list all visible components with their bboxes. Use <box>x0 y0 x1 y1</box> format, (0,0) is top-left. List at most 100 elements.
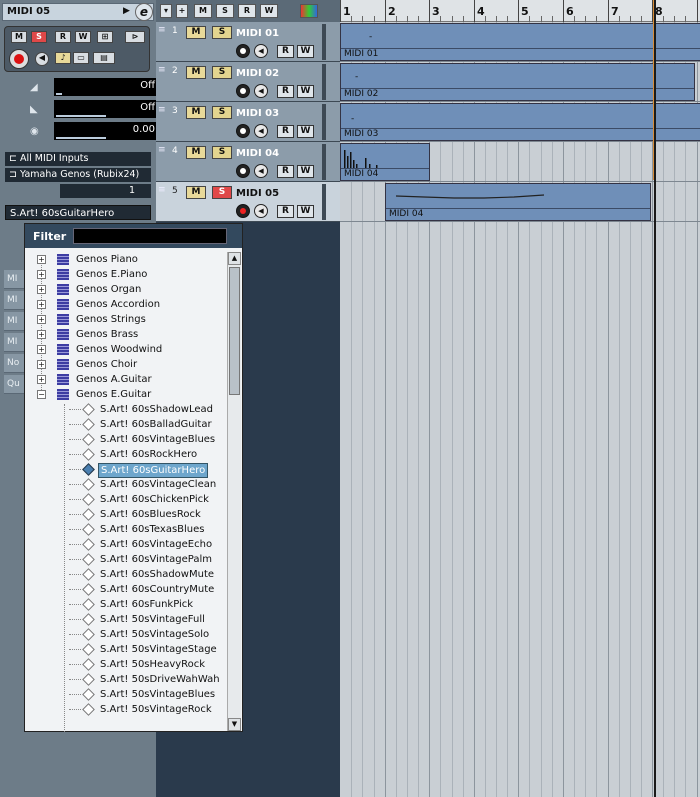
patch-item[interactable]: S.Art! 60sRockHero <box>33 447 227 462</box>
track-write-button[interactable]: W <box>297 45 314 58</box>
track-record-button[interactable] <box>236 124 250 138</box>
patch-item[interactable]: S.Art! 60sShadowMute <box>33 567 227 582</box>
track-read-button[interactable]: R <box>277 45 294 58</box>
record-enable-button[interactable] <box>9 49 29 69</box>
toolbar-read-button[interactable]: R <box>238 4 256 18</box>
patch-item[interactable]: S.Art! 50sVintageStage <box>33 642 227 657</box>
timeline-ruler[interactable]: 1 2 3 4 5 6 7 8 9 <box>340 0 700 22</box>
patch-item[interactable]: S.Art! 50sVintageSolo <box>33 627 227 642</box>
track-monitor-button[interactable]: ◀ <box>254 124 268 138</box>
track-write-button[interactable]: W <box>297 205 314 218</box>
midi-output-routing[interactable]: ⊐ Yamaha Genos (Rubix24) <box>5 168 151 182</box>
inspector-tab-6[interactable]: Qu <box>4 375 24 394</box>
scroll-thumb[interactable] <box>229 267 240 395</box>
tree-category[interactable]: + Genos E.Piano <box>33 267 227 282</box>
track-name[interactable]: MIDI 04 <box>236 148 279 159</box>
midi-input-routing[interactable]: ⊏ All MIDI Inputs <box>5 152 151 166</box>
track-monitor-button[interactable]: ◀ <box>254 84 268 98</box>
midi-channel-field[interactable]: 1 <box>60 184 151 198</box>
expand-icon[interactable]: + <box>37 285 46 294</box>
mute-button[interactable]: M <box>11 31 27 43</box>
solo-button[interactable]: S <box>31 31 47 43</box>
patch-item[interactable]: S.Art! 60sVintageClean <box>33 477 227 492</box>
expand-icon[interactable]: + <box>37 300 46 309</box>
tree-category-expanded[interactable]: − Genos E.Guitar <box>33 387 227 402</box>
track-name[interactable]: MIDI 01 <box>236 28 279 39</box>
add-track-icon[interactable]: + <box>176 4 188 18</box>
patch-item[interactable]: S.Art! 60sTexasBlues <box>33 522 227 537</box>
track-read-button[interactable]: R <box>277 85 294 98</box>
filter-input[interactable] <box>73 228 227 244</box>
play-arrow-icon[interactable]: ▶ <box>123 6 130 16</box>
inspector-tab-5[interactable]: No <box>4 354 24 373</box>
track-mute-button[interactable]: M <box>186 146 206 159</box>
midi-part[interactable]: MIDI 04 <box>385 183 651 221</box>
midi-part[interactable]: - MIDI 03 <box>340 103 700 141</box>
track-write-button[interactable]: W <box>297 85 314 98</box>
toolbar-solo-button[interactable]: S <box>216 4 234 18</box>
track-mute-button[interactable]: M <box>186 66 206 79</box>
track-output-icon[interactable]: ⊳ <box>125 31 145 43</box>
expand-icon[interactable]: + <box>37 270 46 279</box>
track-solo-button[interactable]: S <box>212 186 232 199</box>
patch-item-selected[interactable]: S.Art! 60sGuitarHero <box>33 462 227 478</box>
midi-part[interactable]: - MIDI 01 <box>340 23 700 61</box>
write-button[interactable]: W <box>75 31 91 43</box>
inspector-tab-1[interactable]: MI <box>4 270 24 289</box>
patch-item[interactable]: S.Art! 60sVintagePalm <box>33 552 227 567</box>
freeze-icon[interactable]: ⊞ <box>97 31 113 43</box>
tree-category[interactable]: + Genos Brass <box>33 327 227 342</box>
track-colors-icon[interactable] <box>300 4 318 18</box>
track-record-button[interactable] <box>236 84 250 98</box>
track-name[interactable]: MIDI 05 <box>236 188 279 199</box>
patch-item[interactable]: S.Art! 60sFunkPick <box>33 597 227 612</box>
inspector-tab-2[interactable]: MI <box>4 291 24 310</box>
track-solo-button[interactable]: S <box>212 26 232 39</box>
track-mute-button[interactable]: M <box>186 26 206 39</box>
track-monitor-button[interactable]: ◀ <box>254 44 268 58</box>
track-record-button[interactable] <box>236 164 250 178</box>
edit-instrument-button[interactable]: e <box>135 3 153 21</box>
track-solo-button[interactable]: S <box>212 66 232 79</box>
inspector-header[interactable]: MIDI 05 ▶ e <box>2 3 154 21</box>
track-record-button[interactable] <box>236 204 250 218</box>
inspector-tab-4[interactable]: MI <box>4 333 24 352</box>
patch-item[interactable]: S.Art! 60sVintageBlues <box>33 432 227 447</box>
patch-item[interactable]: S.Art! 60sShadowLead <box>33 402 227 417</box>
collapse-icon[interactable]: − <box>37 390 46 399</box>
track-name[interactable]: MIDI 02 <box>236 68 279 79</box>
collapse-icon[interactable]: ▾ <box>160 4 172 18</box>
track-monitor-button[interactable]: ◀ <box>254 164 268 178</box>
lanes-icon[interactable]: ▤ <box>93 52 115 64</box>
tree-category[interactable]: + Genos Choir <box>33 357 227 372</box>
track-4[interactable]: ≡ 4 M S MIDI 04 ◀ R W <box>156 142 340 182</box>
tree-category[interactable]: + Genos Accordion <box>33 297 227 312</box>
track-5[interactable]: ≡ 5 M S MIDI 05 ◀ R W <box>156 182 340 222</box>
pan-field[interactable]: Off <box>54 100 158 118</box>
track-monitor-button[interactable]: ◀ <box>254 204 268 218</box>
arrangement-view[interactable]: 1 2 3 4 5 6 7 8 9 <box>340 0 700 797</box>
track-mute-button[interactable]: M <box>186 106 206 119</box>
track-write-button[interactable]: W <box>297 125 314 138</box>
track-solo-button[interactable]: S <box>212 106 232 119</box>
toolbar-mute-button[interactable]: M <box>194 4 212 18</box>
patch-item[interactable]: S.Art! 60sBalladGuitar <box>33 417 227 432</box>
track-read-button[interactable]: R <box>277 125 294 138</box>
track-2[interactable]: ≡ 2 M S MIDI 02 ◀ R W <box>156 62 340 102</box>
patch-selector[interactable]: S.Art! 60sGuitarHero <box>5 205 151 220</box>
volume-field[interactable]: Off <box>54 78 158 96</box>
patch-item[interactable]: S.Art! 60sVintageEcho <box>33 537 227 552</box>
track-write-button[interactable]: W <box>297 165 314 178</box>
expand-icon[interactable]: + <box>37 360 46 369</box>
expand-icon[interactable]: + <box>37 375 46 384</box>
scroll-down-icon[interactable]: ▼ <box>228 718 241 731</box>
monitor-button[interactable]: ◀ <box>35 52 49 66</box>
track-read-button[interactable]: R <box>277 165 294 178</box>
patch-item[interactable]: S.Art! 60sBluesRock <box>33 507 227 522</box>
patch-item[interactable]: S.Art! 50sHeavyRock <box>33 657 227 672</box>
patch-item[interactable]: S.Art! 50sVintageBlues <box>33 687 227 702</box>
patch-item[interactable]: S.Art! 50sVintageRock <box>33 702 227 717</box>
tree-category[interactable]: + Genos Piano <box>33 252 227 267</box>
expand-icon[interactable]: + <box>37 330 46 339</box>
expand-icon[interactable]: + <box>37 255 46 264</box>
